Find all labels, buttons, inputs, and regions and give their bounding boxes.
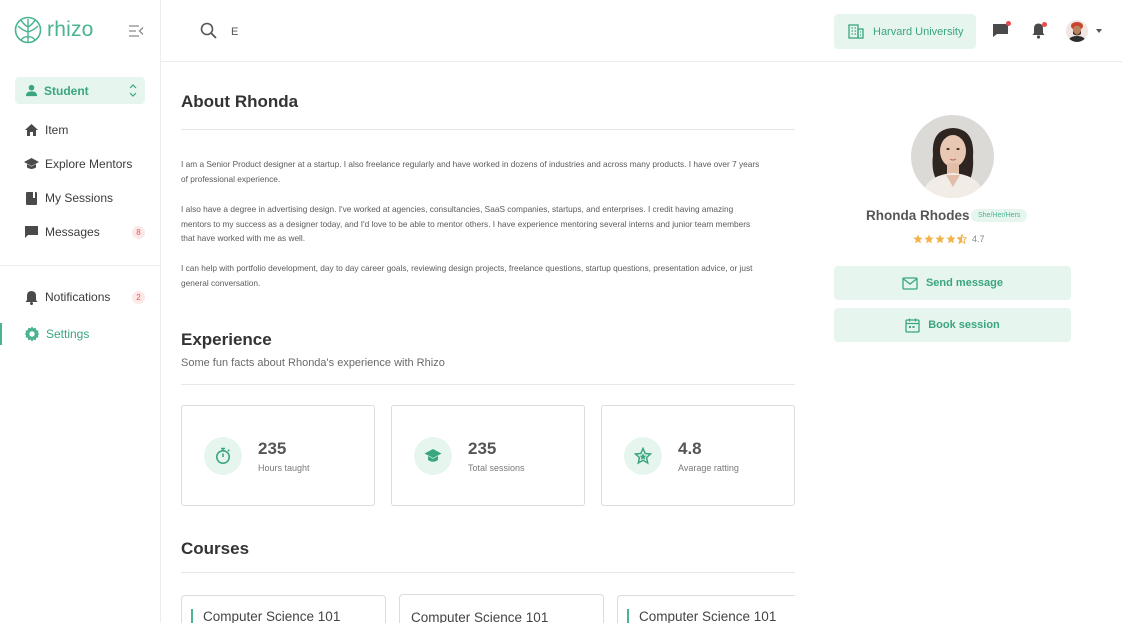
building-icon (848, 24, 864, 39)
stat-card-hours: 235 Hours taught (181, 405, 375, 506)
graduation-cap-icon (24, 158, 39, 169)
course-title: Computer Science 101 (639, 609, 777, 623)
send-message-label: Send message (925, 277, 1004, 289)
stat-label: Avarage ratting (678, 463, 739, 473)
app-root: rhizo Student Item Explore Mentors My Se… (0, 0, 1122, 623)
about-title: About Rhonda (181, 92, 299, 111)
course-title: Computer Science 101 (203, 609, 341, 623)
collapse-sidebar-button[interactable] (127, 23, 145, 39)
university-button[interactable]: Harvard University (834, 14, 976, 49)
active-indicator (0, 323, 2, 345)
gear-icon (24, 326, 40, 342)
sidebar-item-item[interactable]: Item (24, 120, 68, 140)
about-divider (181, 129, 795, 130)
sidebar-item-settings[interactable]: Settings (24, 324, 89, 344)
experience-subtitle: Some fun facts about Rhonda's experience… (181, 357, 445, 369)
user-avatar[interactable] (1066, 20, 1088, 42)
course-card[interactable]: Computer Science 101 (181, 595, 386, 623)
pronoun-badge: She/Her/Hers (971, 209, 1028, 222)
stat-value: 235 (258, 439, 287, 458)
stat-card-sessions: 235 Total sessions (391, 405, 585, 506)
notifications-count-badge: 2 (132, 291, 145, 304)
messages-alert-dot (1006, 21, 1011, 26)
sidebar-item-notifications[interactable]: Notifications (24, 287, 110, 307)
experience-title: Experience (181, 330, 272, 349)
sidebar-divider (0, 265, 160, 266)
chevron-up-down-icon (129, 84, 137, 97)
sidebar-item-label: Settings (46, 327, 90, 341)
about-paragraph: I am a Senior Product designer at a star… (181, 159, 760, 184)
book-session-label: Book session (928, 319, 1000, 331)
sidebar: rhizo Student Item Explore Mentors My Se… (0, 0, 161, 623)
course-accent-bar (627, 609, 629, 623)
courses-divider (181, 572, 795, 573)
courses-title: Courses (181, 539, 250, 558)
stat-card-rating: 4.8 Avarage ratting (601, 405, 795, 506)
avatar-photo-icon (1066, 20, 1088, 42)
sidebar-item-explore-mentors[interactable]: Explore Mentors (24, 154, 132, 174)
stat-label: Hours taught (258, 463, 310, 473)
sidebar-item-label: Explore Mentors (45, 157, 133, 171)
course-card[interactable]: Computer Science 101 (617, 595, 795, 623)
sidebar-item-label: Item (45, 123, 69, 137)
send-message-button[interactable]: Send message (834, 266, 1071, 300)
message-icon (25, 226, 38, 238)
mentor-name: Rhonda Rhodes (866, 208, 970, 223)
mentor-photo-icon (911, 115, 994, 198)
course-title: Computer Science 101 (411, 610, 549, 623)
stat-value: 4.8 (678, 439, 702, 458)
experience-divider (181, 384, 795, 385)
stat-value: 235 (468, 439, 497, 458)
notifications-button[interactable] (1031, 22, 1047, 44)
star-icon (946, 234, 956, 244)
caret-down-icon[interactable] (1096, 29, 1102, 33)
sidebar-item-my-sessions[interactable]: My Sessions (24, 188, 113, 208)
sidebar-item-label: My Sessions (45, 191, 114, 205)
home-icon (25, 124, 38, 136)
course-card[interactable]: Computer Science 101 (399, 594, 604, 623)
messages-count-badge: 8 (132, 226, 145, 239)
brand-name: rhizo (47, 18, 94, 41)
star-icon (935, 234, 945, 244)
stat-icon-container (414, 437, 452, 475)
sidebar-item-label: Messages (45, 225, 100, 239)
rhizo-logo-icon (14, 16, 42, 44)
search-icon[interactable] (200, 22, 217, 39)
stat-icon-container (204, 437, 242, 475)
bell-icon (25, 290, 38, 305)
role-select-label: Student (44, 83, 89, 98)
rating-stars: 4.7 (913, 234, 985, 244)
collapse-menu-icon (129, 25, 144, 37)
mentor-avatar (911, 115, 994, 198)
course-accent-bar (191, 609, 193, 623)
book-session-button[interactable]: Book session (834, 308, 1071, 342)
stat-label: Total sessions (468, 463, 525, 473)
sidebar-item-messages[interactable]: Messages (24, 222, 100, 242)
rating-value: 4.7 (972, 234, 985, 244)
search-input[interactable] (231, 22, 531, 42)
envelope-icon (902, 276, 918, 290)
brand-logo[interactable]: rhizo (14, 15, 94, 45)
star-half-icon (957, 234, 967, 244)
notifications-alert-dot (1042, 22, 1047, 27)
graduation-cap-icon (424, 449, 442, 462)
star-badge-icon (634, 447, 652, 465)
star-icon (924, 234, 934, 244)
user-icon (25, 84, 38, 97)
role-select[interactable]: Student (15, 77, 145, 104)
about-paragraph: I also have a degree in advertising desi… (181, 204, 751, 244)
stat-icon-container (624, 437, 662, 475)
messages-button[interactable] (992, 21, 1011, 43)
topbar: Harvard University (161, 0, 1122, 62)
stopwatch-icon (216, 447, 230, 464)
sidebar-item-label: Notifications (45, 290, 111, 304)
about-paragraph: I can help with portfolio development, d… (181, 263, 753, 288)
university-name: Harvard University (873, 25, 964, 38)
calendar-icon (905, 318, 920, 333)
star-icon (913, 234, 923, 244)
book-icon (26, 191, 37, 205)
